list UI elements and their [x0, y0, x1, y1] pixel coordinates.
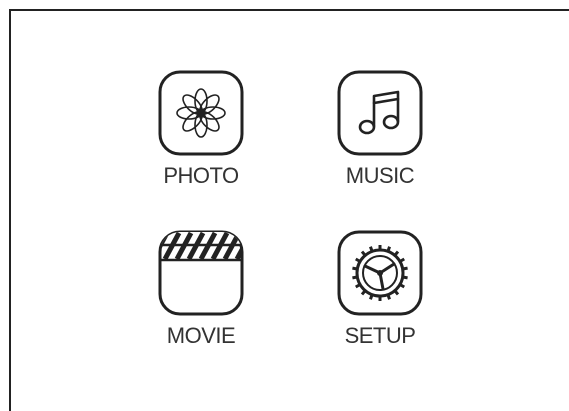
setup-label: SETUP — [344, 323, 416, 348]
music-note-icon — [337, 70, 423, 156]
music-menu-item[interactable]: MUSIC — [320, 69, 440, 189]
setup-menu-item[interactable]: SETUP — [320, 229, 440, 349]
flower-icon — [158, 70, 244, 156]
gear-icon — [337, 230, 423, 316]
photo-menu-item[interactable]: PHOTO — [141, 69, 261, 189]
music-label: MUSIC — [345, 163, 415, 188]
photo-label: PHOTO — [163, 163, 239, 188]
movie-menu-item[interactable]: MOVIE — [141, 229, 261, 349]
screen-frame — [9, 9, 569, 411]
movie-label: MOVIE — [166, 323, 236, 348]
clapperboard-icon — [158, 230, 244, 316]
